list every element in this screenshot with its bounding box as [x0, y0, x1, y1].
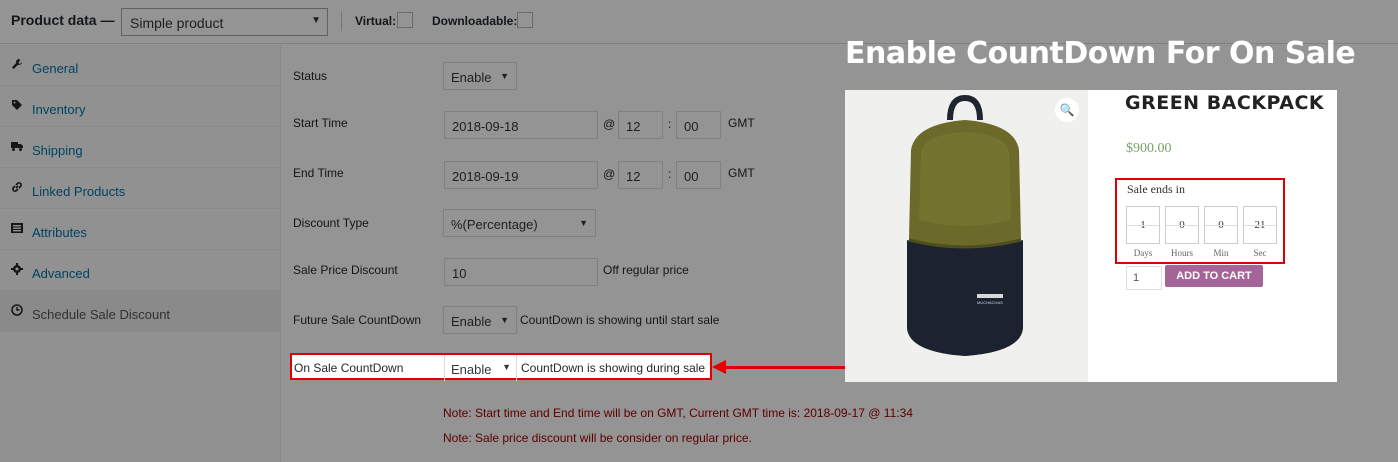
on-sale-countdown-row: On Sale CountDown Enable ▼ CountDown is …: [290, 353, 712, 381]
discount-type-select[interactable]: %(Percentage) ▼: [443, 209, 596, 237]
tab-advanced[interactable]: Advanced: [0, 250, 280, 291]
countdown-seconds: 21: [1243, 206, 1277, 244]
arrow-left-icon: [712, 360, 726, 374]
flip-divider: [1127, 225, 1159, 226]
future-countdown-desc: CountDown is showing until start sale: [520, 313, 720, 327]
discount-type-label: Discount Type: [293, 216, 369, 230]
discount-suffix: Off regular price: [603, 263, 689, 277]
gmt-label: GMT: [728, 116, 755, 130]
chevron-down-icon: ▼: [311, 15, 321, 26]
status-select[interactable]: Enable ▼: [443, 62, 517, 90]
at-symbol: @: [603, 117, 616, 131]
tab-general[interactable]: General: [0, 45, 280, 86]
end-hour-input[interactable]: 12: [618, 161, 663, 189]
discount-type-value: %(Percentage): [451, 217, 538, 232]
start-time-label: Start Time: [293, 116, 348, 130]
chevron-down-icon: ▼: [500, 315, 509, 325]
product-data-tabs: General Inventory Shipping Linked Produc…: [0, 45, 281, 462]
list-icon: [11, 222, 23, 234]
flip-divider: [1166, 225, 1198, 226]
sale-price-discount-label: Sale Price Discount: [293, 263, 398, 277]
tag-icon: [11, 99, 23, 111]
tab-inventory[interactable]: Inventory: [0, 86, 280, 127]
end-time-label: End Time: [293, 166, 344, 180]
end-date-input[interactable]: 2018-09-19: [444, 161, 598, 189]
at-symbol: @: [603, 167, 616, 181]
discount-note: Note: Sale price discount will be consid…: [443, 431, 752, 445]
countdown-hours-unit: Hours: [1171, 248, 1193, 258]
sale-countdown-box: Sale ends in 1 Days 0 Hours 0 Min 21 Sec: [1115, 178, 1285, 264]
tab-linked-products[interactable]: Linked Products: [0, 168, 280, 209]
on-sale-countdown-desc: CountDown is showing during sale: [521, 361, 706, 375]
add-to-cart-button[interactable]: ADD TO CART: [1165, 265, 1263, 287]
virtual-checkbox[interactable]: [397, 12, 413, 28]
tab-attributes[interactable]: Attributes: [0, 209, 280, 250]
start-date-input[interactable]: 2018-09-18: [444, 111, 598, 139]
gear-icon: [11, 263, 23, 275]
link-icon: [11, 181, 23, 193]
wrench-icon: [11, 58, 23, 70]
header-divider: [341, 11, 342, 31]
future-countdown-value: Enable: [451, 314, 492, 329]
chevron-down-icon: ▼: [502, 362, 511, 372]
on-sale-countdown-label: On Sale CountDown: [294, 361, 404, 375]
product-preview: MUCHACHAS 🔍 GREEN BACKPACK $900.00 Sale …: [845, 90, 1337, 382]
bag-brand-text: MUCHACHAS: [977, 300, 1003, 305]
downloadable-checkbox[interactable]: [517, 12, 533, 28]
search-icon[interactable]: 🔍: [1055, 98, 1079, 122]
backpack-image: MUCHACHAS 🔍: [845, 90, 1088, 382]
product-price: $900.00: [1126, 141, 1172, 156]
backpack-illustration: MUCHACHAS: [845, 90, 1088, 382]
time-colon: :: [668, 117, 672, 131]
countdown-minutes-unit: Min: [1213, 248, 1229, 258]
truck-icon: [11, 140, 23, 152]
tab-label: Attributes: [32, 225, 87, 240]
clock-icon: [11, 304, 23, 316]
countdown-hours: 0: [1165, 206, 1199, 244]
tab-shipping[interactable]: Shipping: [0, 127, 280, 168]
gmt-note: Note: Start time and End time will be on…: [443, 406, 913, 420]
sale-ends-label: Sale ends in: [1127, 182, 1185, 196]
tab-label: General: [32, 61, 79, 76]
start-hour-input[interactable]: 12: [618, 111, 663, 139]
sale-price-discount-input[interactable]: 10: [444, 258, 598, 286]
flip-divider: [1244, 225, 1276, 226]
panel-title: Product data —: [11, 12, 115, 28]
countdown-days-unit: Days: [1133, 248, 1153, 258]
tab-label: Linked Products: [32, 184, 126, 199]
countdown-minutes: 0: [1204, 206, 1238, 244]
on-sale-countdown-value: Enable: [451, 362, 492, 377]
quantity-input[interactable]: 1: [1126, 266, 1162, 290]
status-label: Status: [293, 69, 328, 83]
product-type-select[interactable]: Simple product ▼: [121, 8, 328, 36]
time-colon: :: [668, 167, 672, 181]
end-minute-input[interactable]: 00: [676, 161, 721, 189]
callout-title: Enable CountDown For On Sale: [845, 36, 1356, 71]
product-type-value: Simple product: [130, 15, 224, 31]
future-countdown-select[interactable]: Enable ▼: [443, 306, 517, 334]
future-countdown-label: Future Sale CountDown: [293, 313, 422, 327]
tab-label: Inventory: [32, 102, 86, 117]
virtual-label: Virtual:: [355, 14, 397, 28]
start-minute-input[interactable]: 00: [676, 111, 721, 139]
tab-label: Advanced: [32, 266, 90, 281]
tab-schedule-sale-discount[interactable]: Schedule Sale Discount: [0, 291, 280, 332]
flip-divider: [1205, 225, 1237, 226]
on-sale-countdown-select[interactable]: Enable ▼: [444, 355, 517, 381]
product-title: GREEN BACKPACK: [1125, 92, 1325, 114]
countdown-seconds-unit: Sec: [1253, 248, 1267, 258]
chevron-down-icon: ▼: [579, 218, 588, 228]
status-value: Enable: [451, 70, 492, 85]
tab-label: Schedule Sale Discount: [32, 307, 171, 322]
gmt-label: GMT: [728, 166, 755, 180]
downloadable-label: Downloadable:: [432, 14, 518, 28]
chevron-down-icon: ▼: [500, 71, 509, 81]
tab-label: Shipping: [32, 143, 83, 158]
countdown-days: 1: [1126, 206, 1160, 244]
